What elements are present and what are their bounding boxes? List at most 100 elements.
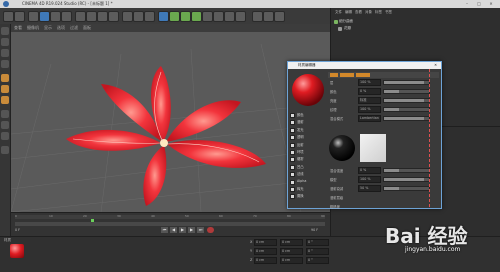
y-axis-icon[interactable] bbox=[86, 11, 97, 22]
coord-system-icon[interactable] bbox=[108, 11, 119, 22]
property-value-field[interactable]: 0 % bbox=[358, 88, 381, 95]
render-picture-viewer-icon[interactable] bbox=[133, 11, 144, 22]
model-mode-icon[interactable] bbox=[1, 38, 9, 46]
goto-start-icon[interactable]: ⏮ bbox=[161, 227, 168, 233]
prev-frame-icon[interactable]: ◀ bbox=[170, 227, 177, 233]
channel-item[interactable]: 漫射 bbox=[290, 119, 324, 126]
cube-icon[interactable] bbox=[158, 11, 169, 22]
redo-icon[interactable] bbox=[14, 11, 25, 22]
layer-tab-add[interactable] bbox=[340, 73, 354, 77]
object-item-subdivision[interactable]: 细分曲面 bbox=[339, 19, 353, 24]
material-swatch[interactable] bbox=[10, 244, 24, 258]
property-value-field[interactable]: 50 % bbox=[358, 185, 381, 192]
camera-icon[interactable] bbox=[224, 11, 235, 22]
record-icon[interactable] bbox=[207, 227, 214, 233]
property-slider[interactable] bbox=[383, 177, 430, 182]
property-slider[interactable] bbox=[383, 107, 430, 112]
dialog-close-icon[interactable]: ✕ bbox=[434, 62, 437, 69]
property-value-field[interactable]: Lambertian bbox=[358, 115, 381, 122]
make-editable-icon[interactable] bbox=[1, 27, 9, 35]
dialog-titlebar[interactable]: 材质编辑器 ✕ bbox=[288, 62, 441, 69]
channel-checkbox[interactable] bbox=[290, 150, 295, 155]
frame-range-bar[interactable] bbox=[15, 222, 325, 226]
channel-checkbox[interactable] bbox=[290, 179, 295, 185]
channel-item[interactable]: 发光 bbox=[290, 127, 324, 133]
coord-field[interactable]: 0 ° bbox=[306, 239, 329, 246]
x-axis-icon[interactable] bbox=[75, 11, 86, 22]
property-slider[interactable] bbox=[383, 186, 430, 191]
channel-item[interactable]: Alpha bbox=[290, 179, 324, 185]
property-slider[interactable] bbox=[383, 98, 430, 103]
snapping-icon[interactable] bbox=[1, 110, 9, 118]
object-item-petal[interactable]: 花瓣 bbox=[344, 26, 351, 31]
property-slider[interactable] bbox=[383, 89, 430, 94]
channel-checkbox[interactable] bbox=[290, 194, 295, 200]
minimize-button[interactable]: – bbox=[462, 0, 472, 8]
channel-item[interactable]: 凹凸 bbox=[290, 164, 324, 170]
workplane-icon[interactable] bbox=[263, 11, 274, 22]
coord-field[interactable]: 0 cm bbox=[280, 248, 303, 255]
channel-checkbox[interactable] bbox=[290, 113, 295, 118]
channel-checkbox[interactable] bbox=[290, 172, 295, 178]
maximize-button[interactable]: □ bbox=[474, 0, 484, 8]
channel-item[interactable]: 颜色 bbox=[290, 112, 324, 118]
deformer-icon[interactable] bbox=[202, 11, 213, 22]
om-menu-tags[interactable]: 标签 bbox=[375, 10, 382, 16]
z-axis-icon[interactable] bbox=[97, 11, 108, 22]
coord-field[interactable]: 0 cm bbox=[280, 239, 303, 246]
channel-checkbox[interactable] bbox=[290, 142, 295, 148]
channel-item[interactable]: 透明 bbox=[290, 134, 324, 141]
layout-icon[interactable] bbox=[274, 11, 285, 22]
edges-mode-icon[interactable] bbox=[1, 85, 9, 93]
texture-thumbnail[interactable] bbox=[360, 134, 386, 162]
channel-checkbox[interactable] bbox=[290, 135, 295, 141]
undo-icon[interactable] bbox=[3, 11, 14, 22]
pen-icon[interactable] bbox=[169, 11, 180, 22]
points-mode-icon[interactable] bbox=[1, 74, 9, 82]
channel-checkbox[interactable] bbox=[290, 120, 295, 126]
property-value-field[interactable]: 0 % bbox=[358, 167, 381, 174]
coord-field[interactable]: 0 cm bbox=[254, 239, 277, 246]
channel-item[interactable]: 辉光 bbox=[290, 186, 324, 192]
render-settings-icon[interactable] bbox=[144, 11, 155, 22]
om-menu-file[interactable]: 文件 bbox=[335, 10, 342, 16]
coord-field[interactable]: 0 cm bbox=[280, 257, 303, 264]
property-value-field[interactable]: 100 % bbox=[358, 176, 381, 183]
property-value-field[interactable]: 标准 bbox=[358, 97, 381, 104]
property-value-field[interactable]: 100 % bbox=[358, 106, 381, 113]
property-slider[interactable] bbox=[383, 80, 430, 85]
channel-checkbox[interactable] bbox=[290, 127, 295, 133]
axis-mode-icon[interactable] bbox=[1, 121, 9, 129]
workplane-mode-icon[interactable] bbox=[1, 60, 9, 68]
channel-item[interactable]: 反射 bbox=[290, 142, 324, 148]
channel-item[interactable]: 烟雾 bbox=[290, 156, 324, 163]
coord-field[interactable]: 0 cm bbox=[254, 257, 277, 264]
coord-field[interactable]: 0 cm bbox=[254, 248, 277, 255]
scene-icon[interactable] bbox=[213, 11, 224, 22]
om-menu-bookmarks[interactable]: 书签 bbox=[385, 10, 392, 16]
timeline[interactable]: 0 10 20 30 40 50 60 70 80 90 0 F ⏮ ◀ ▶ ▶ ⏭ 90 F bbox=[11, 212, 330, 237]
property-slider[interactable] bbox=[383, 168, 430, 173]
polygons-mode-icon[interactable] bbox=[1, 96, 9, 104]
close-button[interactable]: ✕ bbox=[486, 0, 496, 8]
layer-tab-active[interactable] bbox=[330, 73, 338, 77]
channel-checkbox[interactable] bbox=[290, 164, 295, 170]
coord-field[interactable]: 0 ° bbox=[306, 248, 329, 255]
channel-item[interactable]: 置换 bbox=[290, 193, 324, 200]
texture-mode-icon[interactable] bbox=[1, 49, 9, 57]
channel-item[interactable]: 法线 bbox=[290, 171, 324, 178]
perspective-viewport[interactable]: 查看 摄像机 显示 选项 过滤 面板 bbox=[11, 24, 330, 212]
render-view-icon[interactable] bbox=[122, 11, 133, 22]
layer-tab-remove[interactable] bbox=[356, 73, 370, 77]
array-icon[interactable] bbox=[191, 11, 202, 22]
scale-tool-icon[interactable] bbox=[50, 11, 61, 22]
property-slider[interactable] bbox=[383, 116, 430, 121]
play-icon[interactable]: ▶ bbox=[179, 227, 186, 233]
subdivision-icon[interactable] bbox=[180, 11, 191, 22]
rotate-tool-icon[interactable] bbox=[61, 11, 72, 22]
tweak-mode-icon[interactable] bbox=[1, 132, 9, 140]
coord-field[interactable]: 0 ° bbox=[306, 257, 329, 264]
om-menu-objects[interactable]: 对象 bbox=[365, 10, 372, 16]
snap-icon[interactable] bbox=[252, 11, 263, 22]
om-menu-view[interactable]: 查看 bbox=[355, 10, 362, 16]
